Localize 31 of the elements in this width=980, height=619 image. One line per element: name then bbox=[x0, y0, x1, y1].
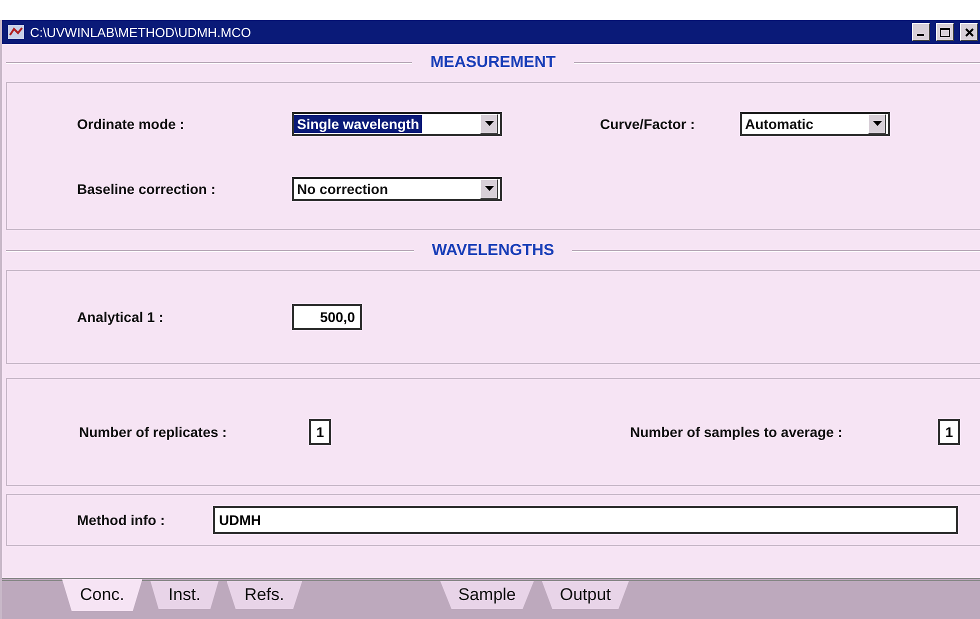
caret-icon bbox=[484, 121, 494, 126]
field-label: Baseline correction : bbox=[77, 180, 216, 196]
tab[interactable]: Sample bbox=[440, 581, 534, 609]
window-title: C:\UVWINLAB\METHOD\UDMH.MCO bbox=[30, 24, 252, 40]
dropdown[interactable]: Single wavelength bbox=[292, 112, 502, 136]
number-field[interactable]: 500,0 bbox=[292, 304, 362, 330]
dropdown[interactable]: Automatic bbox=[740, 112, 890, 136]
field-label: Analytical 1 : bbox=[77, 309, 164, 325]
dropdown[interactable]: No correction bbox=[292, 176, 502, 200]
tab[interactable]: Inst. bbox=[150, 581, 219, 609]
caret-icon bbox=[872, 121, 882, 126]
section-heading: WAVELENGTHS bbox=[432, 242, 554, 260]
caret-icon bbox=[484, 186, 494, 191]
field-label: Method info : bbox=[77, 512, 166, 528]
field-label: Curve/Factor : bbox=[600, 116, 696, 132]
close-button[interactable] bbox=[960, 23, 978, 41]
maximize-icon bbox=[940, 28, 950, 36]
close-icon bbox=[964, 28, 974, 36]
maximize-button[interactable] bbox=[936, 23, 954, 41]
method-info-field[interactable]: UDMH bbox=[213, 506, 958, 534]
field-label: Number of samples to average : bbox=[630, 424, 844, 440]
number-field[interactable]: 1 bbox=[938, 419, 960, 445]
number-field[interactable]: 1 bbox=[309, 419, 331, 445]
field-label: Number of replicates : bbox=[79, 424, 228, 440]
tab[interactable]: Refs. bbox=[226, 581, 302, 609]
section-heading: MEASUREMENT bbox=[430, 54, 556, 72]
field-label: Ordinate mode : bbox=[77, 116, 186, 132]
tab[interactable]: Output bbox=[542, 581, 629, 609]
tab[interactable]: Conc. bbox=[62, 579, 142, 611]
minimize-button[interactable] bbox=[912, 23, 930, 41]
app-icon bbox=[8, 25, 24, 39]
